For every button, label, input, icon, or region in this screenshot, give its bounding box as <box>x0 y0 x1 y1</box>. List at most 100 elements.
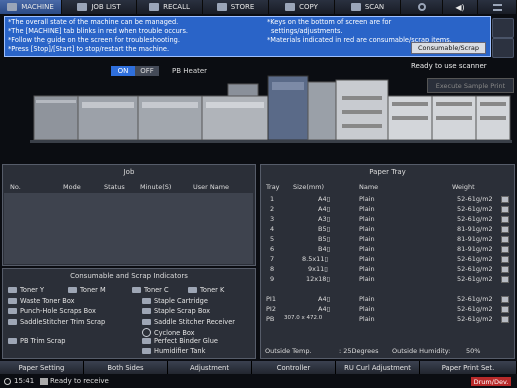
toner-y-icon <box>8 287 17 293</box>
job-col-user-name: User Name <box>193 183 230 191</box>
volume-button[interactable]: ◀) <box>443 0 478 14</box>
job-col-minutes: Minute(S) <box>140 183 172 191</box>
job-col-status: Status <box>104 183 125 191</box>
tray-row[interactable]: 7 8.5x11▯ Plain 52-61g/m2 <box>266 255 513 263</box>
tray-col-weight: Weight <box>452 183 475 191</box>
info-line: *Keys on the bottom of screen are for <box>267 18 392 26</box>
tab-bar: MACHINE JOB LIST RECALL STORE COPY SCAN … <box>0 0 517 14</box>
pb-trim-scrap-icon <box>8 338 17 344</box>
job-col-no: No. <box>10 183 21 191</box>
consumable-item: Waste Toner Box <box>8 297 75 305</box>
tray-row[interactable]: 5 B5▯ Plain 81-91g/m2 <box>266 235 513 243</box>
consumable-item: SaddleStitcher Trim Scrap <box>8 318 105 326</box>
gear-icon <box>417 3 426 11</box>
job-list-area[interactable] <box>4 193 253 264</box>
toner-k-icon <box>188 287 197 293</box>
tray-row[interactable]: 3 A3▯ Plain 52-61g/m2 <box>266 215 513 223</box>
consumables-panel-title: Consumable and Scrap Indicators <box>70 272 188 280</box>
consumable-item: Toner K <box>188 286 224 294</box>
ru-curl-adjustment-button[interactable]: RU Curl Adjustment <box>336 361 420 374</box>
info-line: *Follow the guide on the screen for trou… <box>8 36 180 44</box>
bottom-button-bar: Paper Setting Both Sides Adjustment Cont… <box>0 361 517 374</box>
controller-button[interactable]: Controller <box>252 361 336 374</box>
tray-row[interactable]: PB 307.0 x 472.0 Plain 52-61g/m2 <box>266 315 513 323</box>
consumable-item: Saddle Stitcher Receiver <box>142 318 235 326</box>
info-line: *Press [Stop]/[Start] to stop/restart th… <box>8 45 170 53</box>
tray-row[interactable]: PI2 A4▯ Plain 52-61g/m2 <box>266 305 513 313</box>
printer-icon <box>40 378 48 385</box>
info-line: *The [MACHINE] tab blinks in red when tr… <box>8 27 189 35</box>
tray-level-indicator <box>501 306 509 313</box>
tray-row[interactable]: 9 12x18▯ Plain 52-61g/m2 <box>266 275 513 283</box>
job-panel-title: Job <box>123 168 135 176</box>
guidance-panel: *The overall state of the machine can be… <box>4 16 491 57</box>
tray-row[interactable]: 8 9x11▯ Plain 52-61g/m2 <box>266 265 513 273</box>
paper-print-set-button[interactable]: Paper Print Set. <box>420 361 517 374</box>
tab-copy[interactable]: COPY <box>269 0 335 14</box>
cyclone-box-icon <box>142 328 151 337</box>
consumable-item: Cyclone Box <box>142 328 195 337</box>
tab-machine[interactable]: MACHINE <box>0 0 62 14</box>
consumable-item: Staple Scrap Box <box>142 307 210 315</box>
tray-level-indicator <box>501 236 509 243</box>
consumable-item: Perfect Binder Glue <box>142 337 218 345</box>
outside-temp-label: Outside Temp. <box>265 347 312 355</box>
settings-button[interactable] <box>401 0 443 14</box>
outside-temp-value: : 25Degrees <box>339 347 379 355</box>
tray-level-indicator <box>501 266 509 273</box>
consumable-item: Staple Cartridge <box>142 297 208 305</box>
drum-dev-indicator[interactable]: Drum/Dev. <box>471 377 511 386</box>
tray-col-tray: Tray <box>266 183 280 191</box>
machine-status-message: Ready to use scanner <box>411 62 487 70</box>
consumable-scrap-button[interactable]: Consumable/Scrap <box>410 42 486 54</box>
recall-icon <box>149 3 160 11</box>
info-line: *The overall state of the machine can be… <box>8 18 179 26</box>
store-icon <box>216 3 227 11</box>
scan-icon <box>350 3 361 11</box>
machine-illustration <box>30 75 512 143</box>
clock-icon <box>4 378 11 385</box>
tray-level-indicator <box>501 196 509 203</box>
tray-level-indicator <box>501 276 509 283</box>
menu-button[interactable] <box>478 0 517 14</box>
clock-time: 15:41 <box>14 377 35 385</box>
humidifier-tank-icon <box>142 348 151 354</box>
tray-col-name: Name <box>359 183 379 191</box>
saddle-stitcher-receiver-icon <box>142 319 151 325</box>
staple-cartridge-icon <box>142 298 151 304</box>
perfect-binder-glue-icon <box>142 338 151 344</box>
scroll-down-button[interactable] <box>492 38 514 58</box>
both-sides-button[interactable]: Both Sides <box>84 361 168 374</box>
menu-icon <box>492 3 502 11</box>
paper-tray-panel-title: Paper Tray <box>369 168 406 176</box>
adjustment-button[interactable]: Adjustment <box>168 361 252 374</box>
tray-row[interactable]: 2 A4▯ Plain 52-61g/m2 <box>266 205 513 213</box>
consumable-item: PB Trim Scrap <box>8 337 65 345</box>
tray-row[interactable]: 1 A4▯ Plain 52-61g/m2 <box>266 195 513 203</box>
tray-level-indicator <box>501 316 509 323</box>
tab-job-list[interactable]: JOB LIST <box>62 0 137 14</box>
scroll-up-button[interactable] <box>492 18 514 38</box>
paper-setting-button[interactable]: Paper Setting <box>0 361 84 374</box>
outside-humidity-label: Outside Humidity: <box>392 347 451 355</box>
consumable-item: Toner Y <box>8 286 44 294</box>
saddlestitcher-trim-scrap-icon <box>8 319 17 325</box>
tray-row[interactable]: 6 B4▯ Plain 81-91g/m2 <box>266 245 513 253</box>
tray-level-indicator <box>501 206 509 213</box>
copy-icon <box>285 3 296 11</box>
staple-scrap-box-icon <box>142 308 151 314</box>
job-list-icon <box>77 3 88 11</box>
speaker-icon: ◀) <box>455 2 465 12</box>
status-message: Ready to receive <box>50 377 109 385</box>
consumable-item: Toner C <box>132 286 169 294</box>
tray-row[interactable]: PI1 A4▯ Plain 52-61g/m2 <box>266 295 513 303</box>
consumable-item: Punch-Hole Scraps Box <box>8 307 96 315</box>
tab-store[interactable]: STORE <box>203 0 269 14</box>
tab-scan[interactable]: SCAN <box>335 0 401 14</box>
tab-recall[interactable]: RECALL <box>137 0 203 14</box>
tray-row[interactable]: 4 B5▯ Plain 81-91g/m2 <box>266 225 513 233</box>
tray-level-indicator <box>501 216 509 223</box>
status-bar: 15:41 Ready to receive Drum/Dev. <box>0 376 517 388</box>
tray-level-indicator <box>501 256 509 263</box>
job-col-mode: Mode <box>63 183 81 191</box>
